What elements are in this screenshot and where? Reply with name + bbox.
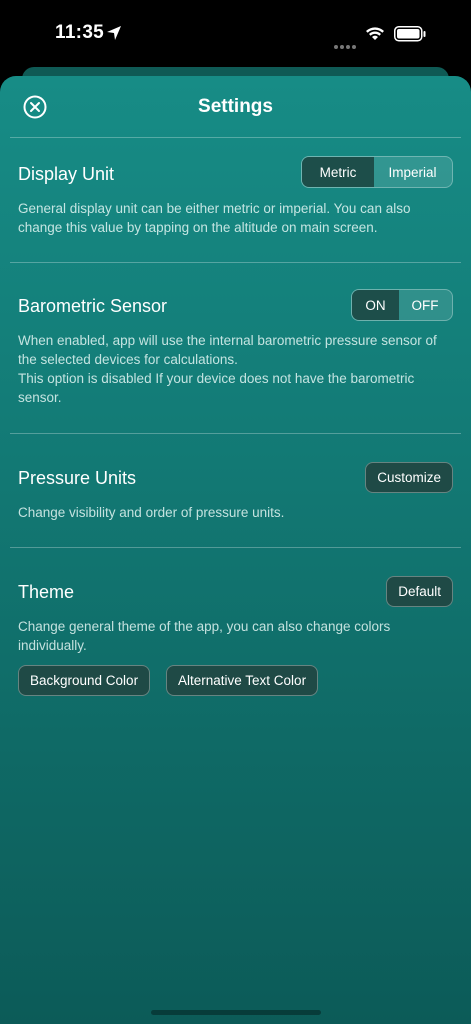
status-time: 11:35 [55,22,105,43]
customize-button[interactable]: Customize [365,462,453,493]
barometric-section: Barometric Sensor ON OFF When enabled, a… [18,289,453,419]
location-arrow-icon [106,25,122,46]
wifi-icon [365,25,385,46]
alternative-text-color-button[interactable]: Alternative Text Color [166,665,319,696]
off-option[interactable]: OFF [399,290,451,320]
divider [10,137,461,138]
theme-description: Change general theme of the app, you can… [18,619,391,653]
battery-icon [394,26,426,47]
display-unit-description: General display unit can be either metri… [18,201,411,235]
imperial-option[interactable]: Imperial [374,157,451,187]
settings-sheet: Settings Display Unit Metric Imperial Ge… [0,76,471,1024]
home-indicator[interactable] [151,1010,321,1015]
theme-section: Theme Default Change general theme of th… [18,574,453,704]
settings-header: Settings [0,76,471,138]
display-unit-section: Display Unit Metric Imperial General dis… [18,156,453,246]
theme-default-button[interactable]: Default [386,576,453,607]
page-title: Settings [198,96,273,117]
divider [10,433,461,434]
status-bar: 11:35 [0,0,471,70]
barometric-toggle[interactable]: ON OFF [351,289,453,321]
background-color-button[interactable]: Background Color [18,665,151,696]
display-unit-title: Display Unit [18,164,115,184]
display-unit-segmented[interactable]: Metric Imperial [301,156,453,188]
signal-dots-icon [333,37,357,55]
pressure-units-description: Change visibility and order of pressure … [18,505,285,520]
barometric-desc-line2: This option is disabled If your device d… [18,371,415,405]
on-option[interactable]: ON [352,290,399,320]
barometric-title: Barometric Sensor [18,296,168,316]
divider [10,262,461,263]
metric-option[interactable]: Metric [302,157,374,187]
barometric-description: When enabled, app will use the internal … [18,331,453,407]
theme-title: Theme [18,582,75,602]
pressure-units-section: Pressure Units Customize Change visibili… [18,460,453,530]
pressure-units-title: Pressure Units [18,468,137,488]
barometric-desc-line1: When enabled, app will use the internal … [18,333,437,367]
divider [10,547,461,548]
